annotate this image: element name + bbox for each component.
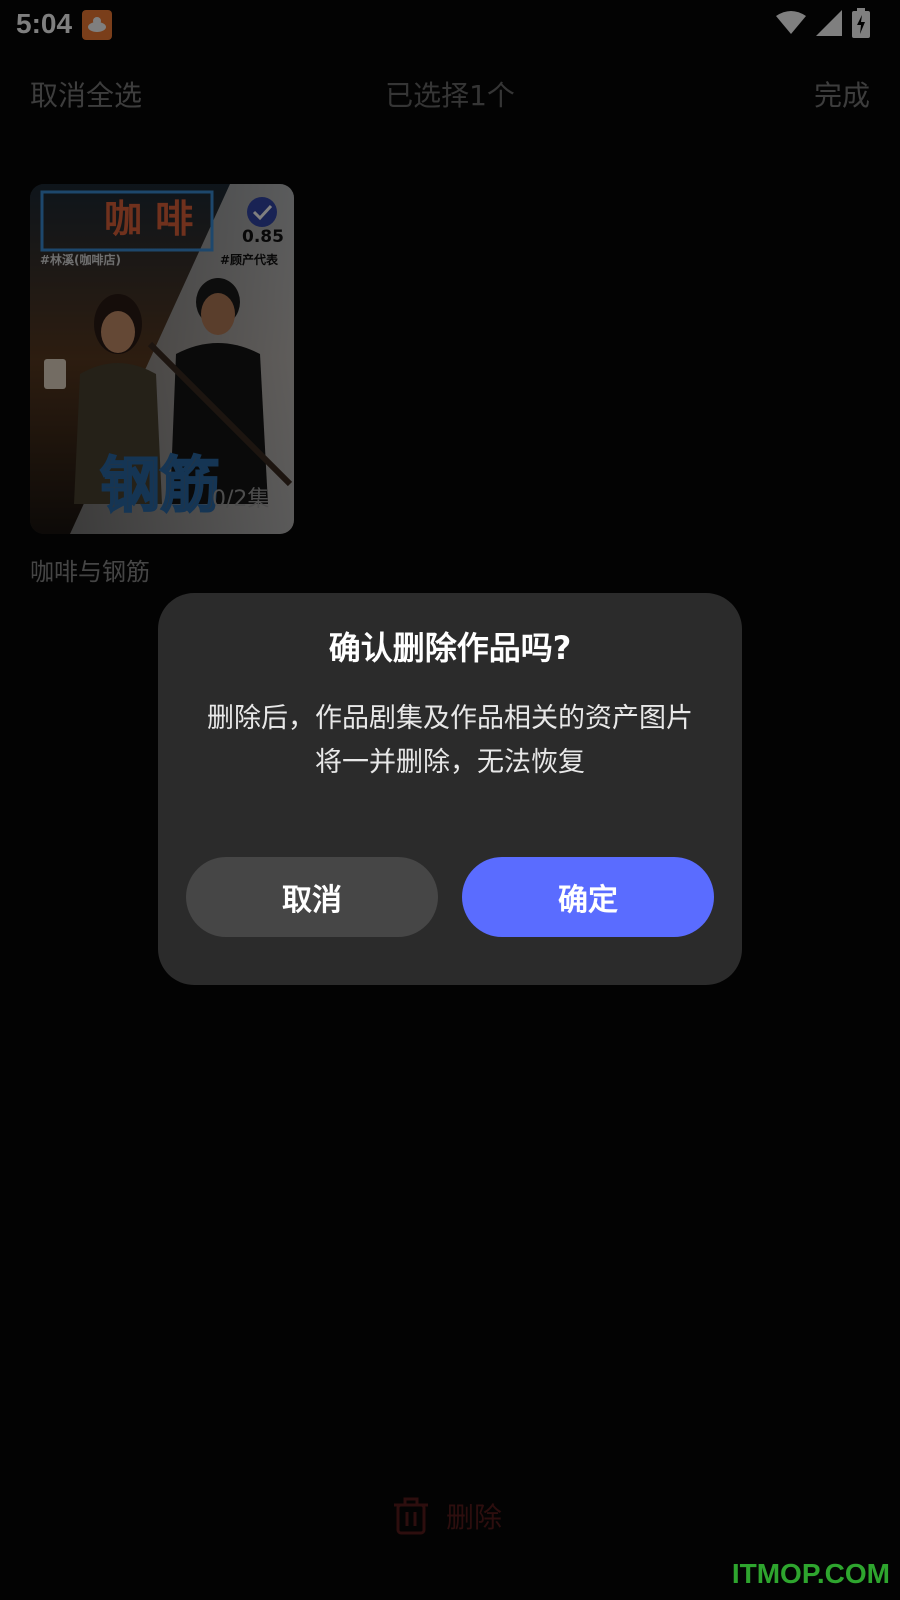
confirm-button[interactable]: 确定 <box>462 857 714 937</box>
dialog-message: 删除后，作品剧集及作品相关的资产图片将一并删除，无法恢复 <box>207 703 693 778</box>
confirm-delete-dialog: 确认删除作品吗? 删除后，作品剧集及作品相关的资产图片将一并删除，无法恢复 取消… <box>158 593 742 985</box>
cancel-button[interactable]: 取消 <box>186 857 438 937</box>
watermark: ITMOP.COM <box>731 1558 890 1589</box>
dialog-title: 确认删除作品吗? <box>328 629 572 667</box>
